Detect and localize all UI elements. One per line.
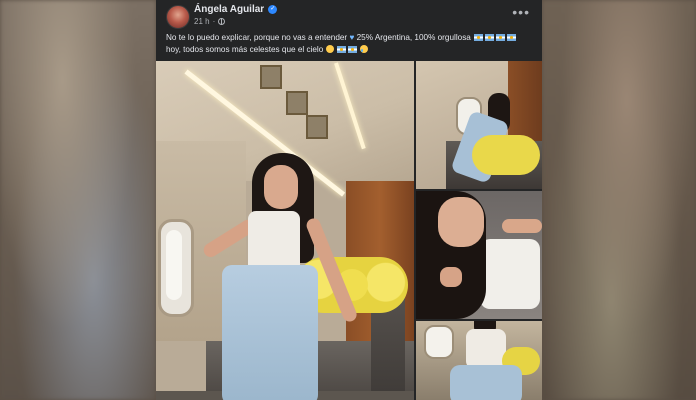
person-pants [450, 365, 522, 400]
argentina-flag-icon [507, 34, 517, 41]
light-blue-heart-icon: ♥ [349, 33, 355, 42]
caption-text-1b: 25% Argentina, 100% orgullosa [356, 33, 471, 42]
person-hand [440, 267, 462, 287]
person-arm [502, 219, 542, 233]
person-face [264, 165, 298, 209]
facebook-post: Ángela Aguilar ✓ 21 h · ••• No te lo pue… [156, 0, 542, 400]
author-row: Ángela Aguilar ✓ [194, 4, 278, 15]
argentina-flag-icon [485, 34, 495, 41]
post-meta: 21 h · [194, 17, 226, 26]
argentina-flag-icon [336, 46, 346, 53]
post-caption: No te lo puedo explicar, porque no vas a… [166, 32, 532, 56]
photo-4[interactable] [416, 321, 542, 400]
caption-text-2: hoy, todos somos más celestes que el cie… [166, 45, 324, 54]
argentina-flag-icon [347, 46, 357, 53]
verified-badge-icon: ✓ [268, 5, 278, 14]
person-pants [222, 265, 318, 400]
blurred-background-left [0, 0, 156, 400]
wall-frame [260, 65, 282, 89]
argentina-flag-icon [496, 34, 506, 41]
person-top [466, 329, 506, 369]
post-timestamp[interactable]: 21 h [194, 17, 210, 26]
avatar[interactable] [166, 5, 190, 29]
main-photo[interactable] [156, 61, 414, 400]
wall-frame [286, 91, 308, 115]
caption-line-2: hoy, todos somos más celestes que el cie… [166, 44, 532, 56]
caption-line-1: No te lo puedo explicar, porque no vas a… [166, 32, 532, 44]
person-top [248, 211, 300, 273]
globe-icon [218, 18, 226, 25]
photo-2[interactable] [416, 61, 542, 189]
blurred-background-right [542, 0, 696, 400]
person-face [438, 197, 484, 247]
caption-text-1a: No te lo puedo explicar, porque no vas a… [166, 33, 348, 42]
meta-separator: · [212, 17, 216, 26]
crying-face-icon [360, 45, 369, 53]
plane-window [158, 219, 194, 317]
photo-3[interactable] [416, 191, 542, 319]
author-name[interactable]: Ángela Aguilar [194, 4, 264, 15]
post-header: Ángela Aguilar ✓ 21 h · ••• [156, 0, 542, 30]
person-top [480, 239, 540, 309]
argentina-flag-icon [474, 34, 484, 41]
plane-window [424, 325, 454, 359]
more-options-button[interactable]: ••• [512, 5, 530, 19]
smiling-face-icon [325, 45, 334, 53]
wall-frame [306, 115, 328, 139]
yellow-blanket [472, 135, 540, 175]
